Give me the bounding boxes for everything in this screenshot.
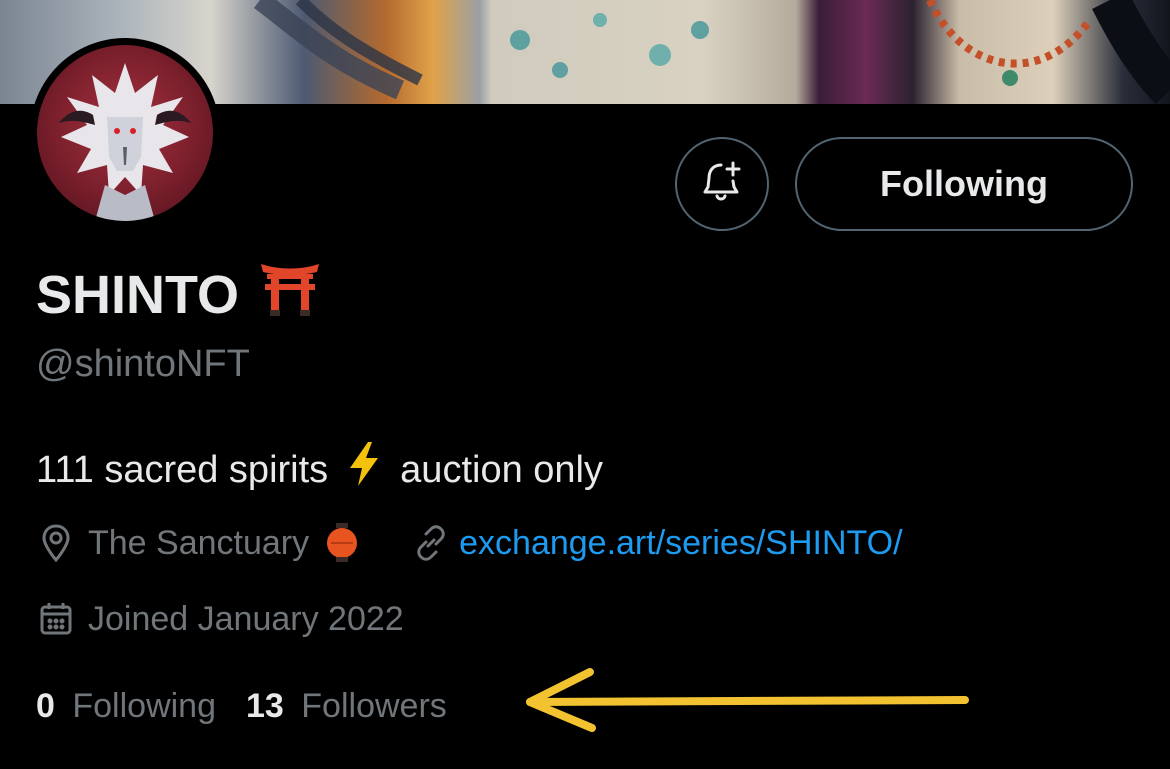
lightning-icon	[346, 442, 382, 498]
following-button[interactable]: Following	[795, 137, 1133, 231]
display-name-text: SHINTO	[36, 265, 240, 325]
location-pin-icon	[36, 523, 76, 563]
annotation-arrow	[520, 668, 980, 743]
following-button-label: Following	[880, 163, 1048, 204]
followers-count: 13	[246, 687, 284, 725]
bio-text-1: 111 sacred spirits	[36, 449, 329, 491]
following-stat[interactable]: 0 Following	[36, 684, 216, 728]
calendar-icon	[36, 599, 76, 639]
bio-text-2: auction only	[400, 449, 603, 491]
lantern-icon	[325, 523, 359, 563]
following-count: 0	[36, 687, 55, 725]
followers-stat[interactable]: 13 Followers	[246, 684, 447, 728]
following-label: Following	[72, 687, 216, 725]
avatar-image	[37, 45, 213, 221]
profile-bio: 111 sacred spirits auction only	[36, 442, 603, 498]
joined-text: Joined January 2022	[88, 600, 404, 638]
profile-avatar[interactable]	[30, 38, 220, 228]
website-link[interactable]: exchange.art/series/SHINTO/	[459, 521, 902, 565]
location-text: The Sanctuary	[88, 524, 310, 562]
profile-meta-row: The Sanctuary exchange.art/series/SHINTO…	[36, 521, 903, 565]
link-icon	[411, 523, 451, 563]
torii-gate-icon	[259, 260, 321, 330]
notifications-button[interactable]	[675, 137, 769, 231]
profile-joined-row: Joined January 2022	[36, 597, 404, 641]
bell-plus-icon	[699, 159, 745, 210]
followers-label: Followers	[301, 687, 447, 725]
profile-handle: @shintoNFT	[36, 343, 250, 385]
profile-stats: 0 Following 13 Followers	[36, 684, 447, 728]
display-name: SHINTO	[36, 260, 321, 330]
